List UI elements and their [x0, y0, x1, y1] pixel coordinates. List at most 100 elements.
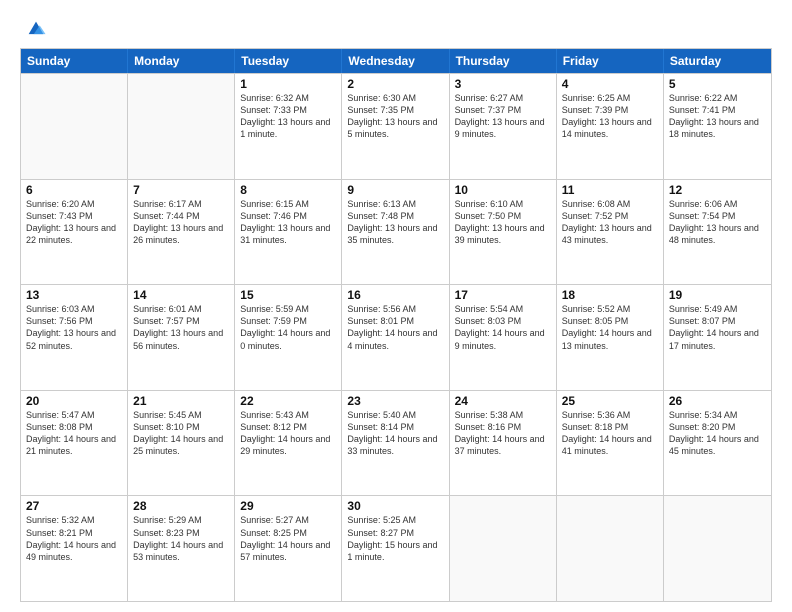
day-number: 17	[455, 288, 551, 302]
calendar-cell: 3Sunrise: 6:27 AM Sunset: 7:37 PM Daylig…	[450, 74, 557, 179]
day-info: Sunrise: 5:34 AM Sunset: 8:20 PM Dayligh…	[669, 409, 766, 458]
calendar-cell: 16Sunrise: 5:56 AM Sunset: 8:01 PM Dayli…	[342, 285, 449, 390]
day-info: Sunrise: 6:27 AM Sunset: 7:37 PM Dayligh…	[455, 92, 551, 141]
day-info: Sunrise: 5:43 AM Sunset: 8:12 PM Dayligh…	[240, 409, 336, 458]
calendar-cell	[664, 496, 771, 601]
calendar-cell: 11Sunrise: 6:08 AM Sunset: 7:52 PM Dayli…	[557, 180, 664, 285]
logo-icon	[25, 18, 47, 40]
calendar-cell: 21Sunrise: 5:45 AM Sunset: 8:10 PM Dayli…	[128, 391, 235, 496]
day-number: 10	[455, 183, 551, 197]
calendar-cell	[450, 496, 557, 601]
calendar-body: 1Sunrise: 6:32 AM Sunset: 7:33 PM Daylig…	[21, 73, 771, 601]
day-number: 6	[26, 183, 122, 197]
day-info: Sunrise: 6:15 AM Sunset: 7:46 PM Dayligh…	[240, 198, 336, 247]
calendar-cell: 28Sunrise: 5:29 AM Sunset: 8:23 PM Dayli…	[128, 496, 235, 601]
day-info: Sunrise: 6:22 AM Sunset: 7:41 PM Dayligh…	[669, 92, 766, 141]
calendar-cell: 22Sunrise: 5:43 AM Sunset: 8:12 PM Dayli…	[235, 391, 342, 496]
day-number: 13	[26, 288, 122, 302]
calendar-cell: 4Sunrise: 6:25 AM Sunset: 7:39 PM Daylig…	[557, 74, 664, 179]
day-info: Sunrise: 6:03 AM Sunset: 7:56 PM Dayligh…	[26, 303, 122, 352]
day-info: Sunrise: 5:56 AM Sunset: 8:01 PM Dayligh…	[347, 303, 443, 352]
day-number: 28	[133, 499, 229, 513]
day-info: Sunrise: 5:45 AM Sunset: 8:10 PM Dayligh…	[133, 409, 229, 458]
day-number: 14	[133, 288, 229, 302]
day-number: 25	[562, 394, 658, 408]
calendar-cell: 14Sunrise: 6:01 AM Sunset: 7:57 PM Dayli…	[128, 285, 235, 390]
calendar-week-row: 13Sunrise: 6:03 AM Sunset: 7:56 PM Dayli…	[21, 284, 771, 390]
calendar-cell: 23Sunrise: 5:40 AM Sunset: 8:14 PM Dayli…	[342, 391, 449, 496]
calendar-cell: 5Sunrise: 6:22 AM Sunset: 7:41 PM Daylig…	[664, 74, 771, 179]
calendar-cell: 2Sunrise: 6:30 AM Sunset: 7:35 PM Daylig…	[342, 74, 449, 179]
day-number: 24	[455, 394, 551, 408]
day-number: 18	[562, 288, 658, 302]
day-number: 12	[669, 183, 766, 197]
day-number: 3	[455, 77, 551, 91]
day-number: 16	[347, 288, 443, 302]
day-info: Sunrise: 5:49 AM Sunset: 8:07 PM Dayligh…	[669, 303, 766, 352]
calendar-cell: 27Sunrise: 5:32 AM Sunset: 8:21 PM Dayli…	[21, 496, 128, 601]
day-number: 9	[347, 183, 443, 197]
day-info: Sunrise: 5:25 AM Sunset: 8:27 PM Dayligh…	[347, 514, 443, 563]
day-info: Sunrise: 6:20 AM Sunset: 7:43 PM Dayligh…	[26, 198, 122, 247]
calendar-cell	[557, 496, 664, 601]
calendar-week-row: 27Sunrise: 5:32 AM Sunset: 8:21 PM Dayli…	[21, 495, 771, 601]
day-number: 15	[240, 288, 336, 302]
day-number: 11	[562, 183, 658, 197]
day-info: Sunrise: 5:40 AM Sunset: 8:14 PM Dayligh…	[347, 409, 443, 458]
day-number: 20	[26, 394, 122, 408]
calendar-cell: 20Sunrise: 5:47 AM Sunset: 8:08 PM Dayli…	[21, 391, 128, 496]
calendar-header-cell: Thursday	[450, 49, 557, 73]
calendar-cell	[128, 74, 235, 179]
calendar-cell: 24Sunrise: 5:38 AM Sunset: 8:16 PM Dayli…	[450, 391, 557, 496]
day-info: Sunrise: 5:32 AM Sunset: 8:21 PM Dayligh…	[26, 514, 122, 563]
day-info: Sunrise: 6:10 AM Sunset: 7:50 PM Dayligh…	[455, 198, 551, 247]
calendar-cell: 12Sunrise: 6:06 AM Sunset: 7:54 PM Dayli…	[664, 180, 771, 285]
calendar-cell	[21, 74, 128, 179]
calendar-header-cell: Saturday	[664, 49, 771, 73]
calendar-cell: 6Sunrise: 6:20 AM Sunset: 7:43 PM Daylig…	[21, 180, 128, 285]
calendar-cell: 17Sunrise: 5:54 AM Sunset: 8:03 PM Dayli…	[450, 285, 557, 390]
calendar-cell: 26Sunrise: 5:34 AM Sunset: 8:20 PM Dayli…	[664, 391, 771, 496]
day-number: 4	[562, 77, 658, 91]
day-number: 29	[240, 499, 336, 513]
day-number: 23	[347, 394, 443, 408]
calendar-header-cell: Sunday	[21, 49, 128, 73]
calendar-cell: 1Sunrise: 6:32 AM Sunset: 7:33 PM Daylig…	[235, 74, 342, 179]
day-info: Sunrise: 5:54 AM Sunset: 8:03 PM Dayligh…	[455, 303, 551, 352]
calendar-cell: 15Sunrise: 5:59 AM Sunset: 7:59 PM Dayli…	[235, 285, 342, 390]
calendar-week-row: 6Sunrise: 6:20 AM Sunset: 7:43 PM Daylig…	[21, 179, 771, 285]
calendar-cell: 30Sunrise: 5:25 AM Sunset: 8:27 PM Dayli…	[342, 496, 449, 601]
day-info: Sunrise: 5:29 AM Sunset: 8:23 PM Dayligh…	[133, 514, 229, 563]
day-info: Sunrise: 5:36 AM Sunset: 8:18 PM Dayligh…	[562, 409, 658, 458]
day-number: 21	[133, 394, 229, 408]
calendar-week-row: 1Sunrise: 6:32 AM Sunset: 7:33 PM Daylig…	[21, 73, 771, 179]
calendar-cell: 9Sunrise: 6:13 AM Sunset: 7:48 PM Daylig…	[342, 180, 449, 285]
day-info: Sunrise: 5:52 AM Sunset: 8:05 PM Dayligh…	[562, 303, 658, 352]
day-number: 19	[669, 288, 766, 302]
day-info: Sunrise: 6:17 AM Sunset: 7:44 PM Dayligh…	[133, 198, 229, 247]
page: SundayMondayTuesdayWednesdayThursdayFrid…	[0, 0, 792, 612]
calendar: SundayMondayTuesdayWednesdayThursdayFrid…	[20, 48, 772, 602]
day-number: 5	[669, 77, 766, 91]
calendar-header-cell: Monday	[128, 49, 235, 73]
day-number: 8	[240, 183, 336, 197]
day-info: Sunrise: 5:38 AM Sunset: 8:16 PM Dayligh…	[455, 409, 551, 458]
day-number: 30	[347, 499, 443, 513]
day-info: Sunrise: 5:47 AM Sunset: 8:08 PM Dayligh…	[26, 409, 122, 458]
day-info: Sunrise: 5:59 AM Sunset: 7:59 PM Dayligh…	[240, 303, 336, 352]
logo	[20, 16, 47, 40]
day-info: Sunrise: 6:06 AM Sunset: 7:54 PM Dayligh…	[669, 198, 766, 247]
calendar-week-row: 20Sunrise: 5:47 AM Sunset: 8:08 PM Dayli…	[21, 390, 771, 496]
calendar-cell: 13Sunrise: 6:03 AM Sunset: 7:56 PM Dayli…	[21, 285, 128, 390]
day-number: 22	[240, 394, 336, 408]
calendar-cell: 29Sunrise: 5:27 AM Sunset: 8:25 PM Dayli…	[235, 496, 342, 601]
header	[20, 16, 772, 40]
day-number: 7	[133, 183, 229, 197]
calendar-header-row: SundayMondayTuesdayWednesdayThursdayFrid…	[21, 49, 771, 73]
calendar-cell: 19Sunrise: 5:49 AM Sunset: 8:07 PM Dayli…	[664, 285, 771, 390]
day-number: 2	[347, 77, 443, 91]
day-info: Sunrise: 5:27 AM Sunset: 8:25 PM Dayligh…	[240, 514, 336, 563]
calendar-cell: 7Sunrise: 6:17 AM Sunset: 7:44 PM Daylig…	[128, 180, 235, 285]
calendar-cell: 8Sunrise: 6:15 AM Sunset: 7:46 PM Daylig…	[235, 180, 342, 285]
day-info: Sunrise: 6:30 AM Sunset: 7:35 PM Dayligh…	[347, 92, 443, 141]
